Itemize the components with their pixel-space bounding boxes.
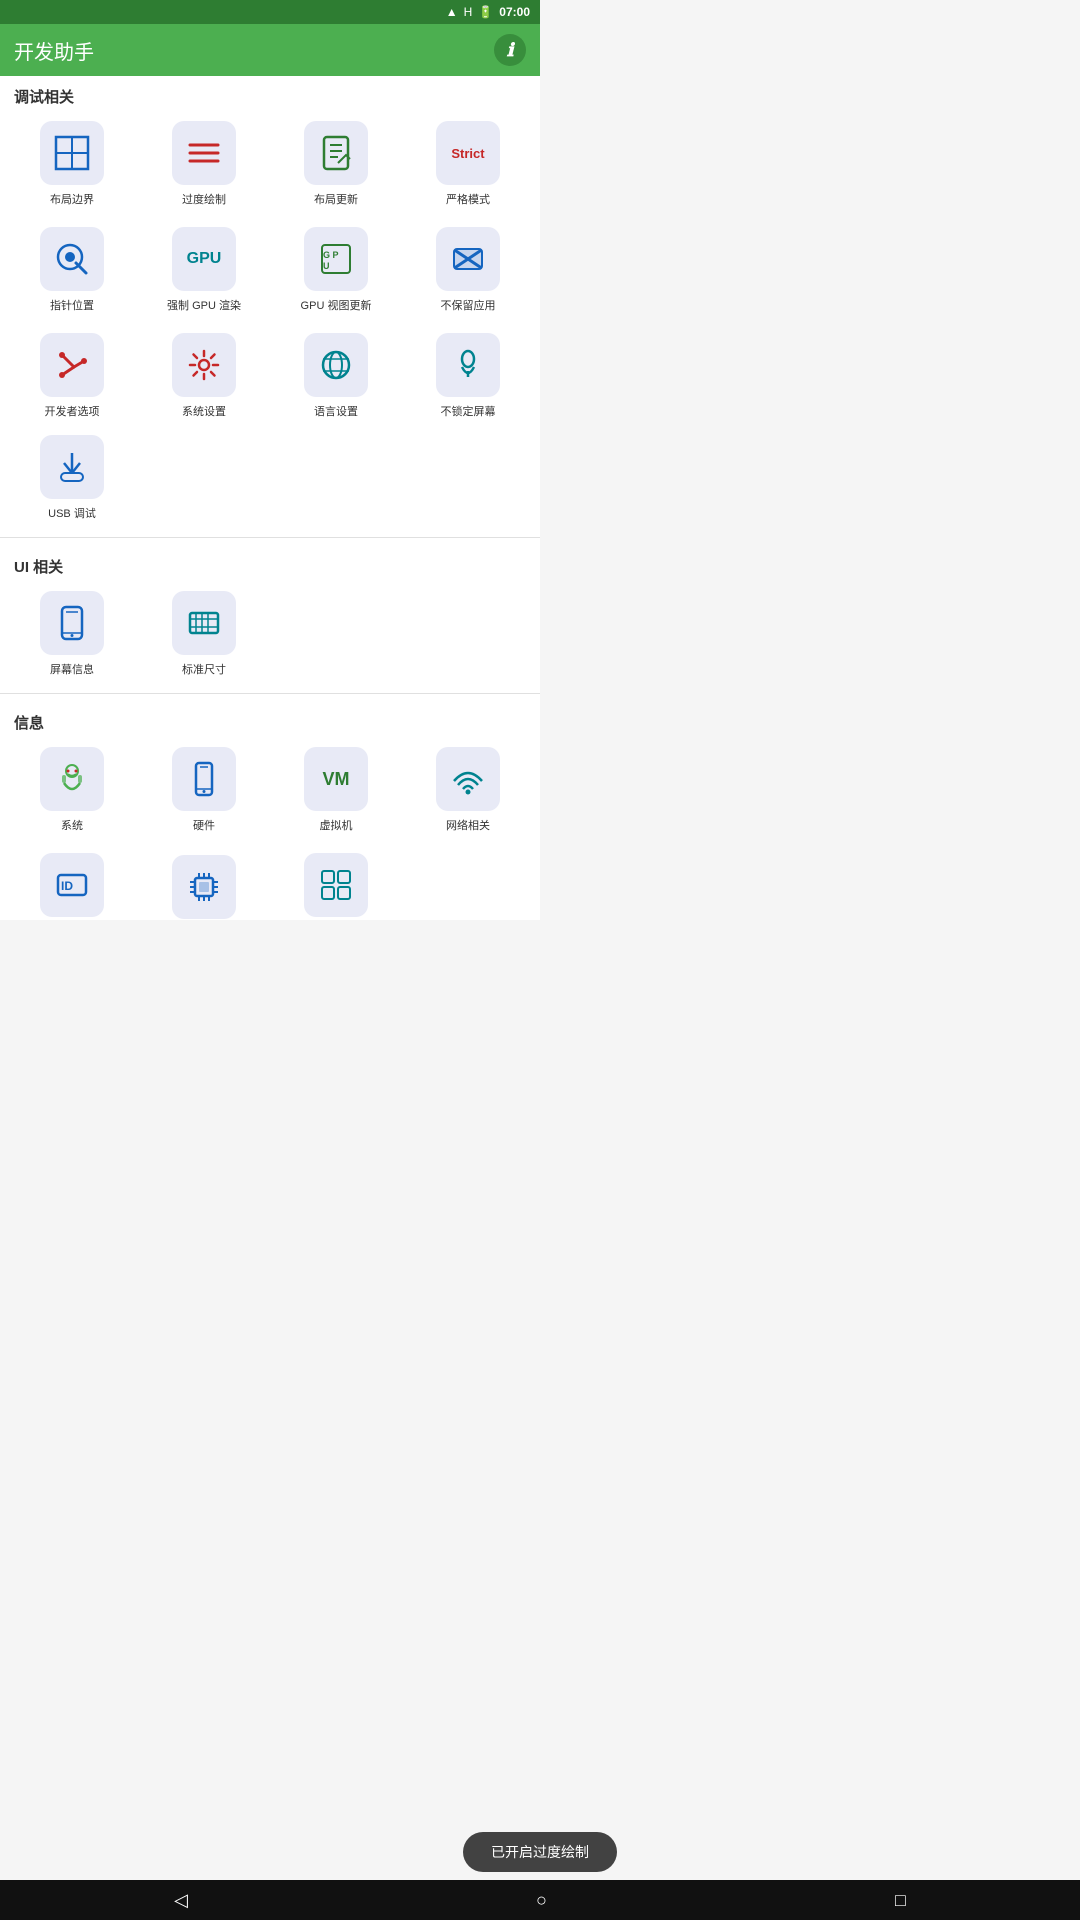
svg-text:G P: G P (323, 250, 339, 260)
overdraw-label: 过度绘制 (182, 191, 226, 207)
system-settings-icon (172, 333, 236, 397)
item-vm[interactable]: VM 虚拟机 (272, 739, 400, 841)
system-label: 系统 (61, 817, 83, 833)
standard-size-label: 标准尺寸 (182, 661, 226, 677)
item-overdraw[interactable]: 过度绘制 (140, 113, 268, 215)
item-layout-update[interactable]: 布局更新 (272, 113, 400, 215)
pointer-icon (40, 227, 104, 291)
gpu-view-icon: G PU (304, 227, 368, 291)
svg-text:ID: ID (61, 879, 73, 893)
item-my-apps[interactable]: 我的应用 (272, 845, 400, 920)
item-standard-size[interactable]: 标准尺寸 (140, 583, 268, 685)
debug-grid-2: USB 调试 (0, 427, 540, 529)
item-screen-info[interactable]: 屏幕信息 (8, 583, 136, 685)
usb-debug-label: USB 调试 (48, 505, 96, 521)
item-gpu-view[interactable]: G PU GPU 视图更新 (272, 219, 400, 321)
item-system-settings[interactable]: 系统设置 (140, 325, 268, 427)
no-lock-icon (436, 333, 500, 397)
network-icon (436, 747, 500, 811)
divider-1 (0, 537, 540, 538)
nav-home-button[interactable]: ○ (520, 1884, 563, 1917)
section-title-ui: UI 相关 (0, 546, 540, 583)
screen-info-label: 屏幕信息 (50, 661, 94, 677)
app-title: 开发助手 (14, 36, 94, 65)
item-force-gpu[interactable]: GPU 强制 GPU 渲染 (140, 219, 268, 321)
item-lang-settings[interactable]: 语言设置 (272, 325, 400, 427)
no-lock-label: 不锁定屏幕 (441, 403, 496, 419)
system-icon (40, 747, 104, 811)
debug-grid: 布局边界 过度绘制 布局更新 Strict 严格模式 指针位置 (0, 113, 540, 427)
nav-back-button[interactable]: ◁ (158, 1884, 204, 1917)
my-apps-icon (304, 853, 368, 917)
item-strict-mode[interactable]: Strict 严格模式 (404, 113, 532, 215)
screen-info-icon (40, 591, 104, 655)
item-cpu[interactable]: CPU (140, 845, 268, 920)
bottom-nav: ◁ ○ □ (0, 1880, 1080, 1920)
pointer-label: 指针位置 (50, 297, 94, 313)
battery-icon: 🔋 (478, 5, 493, 19)
item-no-save[interactable]: 不保留应用 (404, 219, 532, 321)
lang-settings-label: 语言设置 (314, 403, 358, 419)
section-title-debug: 调试相关 (0, 76, 540, 113)
system-settings-label: 系统设置 (182, 403, 226, 419)
item-usb-debug[interactable]: USB 调试 (8, 427, 136, 529)
app-header: 开发助手 ℹ (0, 24, 540, 76)
item-dev-options[interactable]: 开发者选项 (8, 325, 136, 427)
item-ids[interactable]: ID 那些 ID (8, 845, 136, 920)
no-save-label: 不保留应用 (441, 297, 496, 313)
time: 07:00 (499, 5, 530, 19)
standard-size-icon (172, 591, 236, 655)
item-system[interactable]: 系统 (8, 739, 136, 841)
strict-mode-label: 严格模式 (446, 191, 490, 207)
layout-bounds-label: 布局边界 (50, 191, 94, 207)
wifi-icon: ▲ (446, 5, 458, 19)
cpu-icon (172, 855, 236, 919)
no-save-icon (436, 227, 500, 291)
gpu-view-label: GPU 视图更新 (301, 297, 372, 313)
vm-label: 虚拟机 (320, 817, 353, 833)
signal-icon: H (464, 5, 473, 19)
item-no-lock[interactable]: 不锁定屏幕 (404, 325, 532, 427)
vm-icon: VM (304, 747, 368, 811)
info-grid: 系统 硬件 VM 虚拟机 网络相关 ID 那些 ID (0, 739, 540, 920)
item-pointer[interactable]: 指针位置 (8, 219, 136, 321)
item-layout-bounds[interactable]: 布局边界 (8, 113, 136, 215)
layout-update-label: 布局更新 (314, 191, 358, 207)
usb-debug-icon (40, 435, 104, 499)
ui-grid: 屏幕信息 标准尺寸 (0, 583, 540, 685)
force-gpu-label: 强制 GPU 渲染 (167, 297, 241, 313)
main-content: 调试相关 布局边界 过度绘制 布局更新 Strict 严格模式 (0, 76, 540, 920)
info-button[interactable]: ℹ (494, 34, 526, 66)
hardware-label: 硬件 (193, 817, 215, 833)
layout-bounds-icon (40, 121, 104, 185)
svg-text:U: U (323, 261, 330, 271)
dev-options-icon (40, 333, 104, 397)
section-title-info: 信息 (0, 702, 540, 739)
strict-mode-icon: Strict (436, 121, 500, 185)
ids-icon: ID (40, 853, 104, 917)
hardware-icon (172, 747, 236, 811)
nav-recent-button[interactable]: □ (879, 1884, 922, 1917)
dev-options-label: 开发者选项 (45, 403, 100, 419)
item-hardware[interactable]: 硬件 (140, 739, 268, 841)
divider-2 (0, 693, 540, 694)
force-gpu-icon: GPU (172, 227, 236, 291)
network-label: 网络相关 (446, 817, 490, 833)
lang-settings-icon (304, 333, 368, 397)
status-bar: ▲ H 🔋 07:00 (0, 0, 540, 24)
toast-message: 已开启过度绘制 (463, 1832, 617, 1872)
item-network[interactable]: 网络相关 (404, 739, 532, 841)
layout-update-icon (304, 121, 368, 185)
overdraw-icon (172, 121, 236, 185)
